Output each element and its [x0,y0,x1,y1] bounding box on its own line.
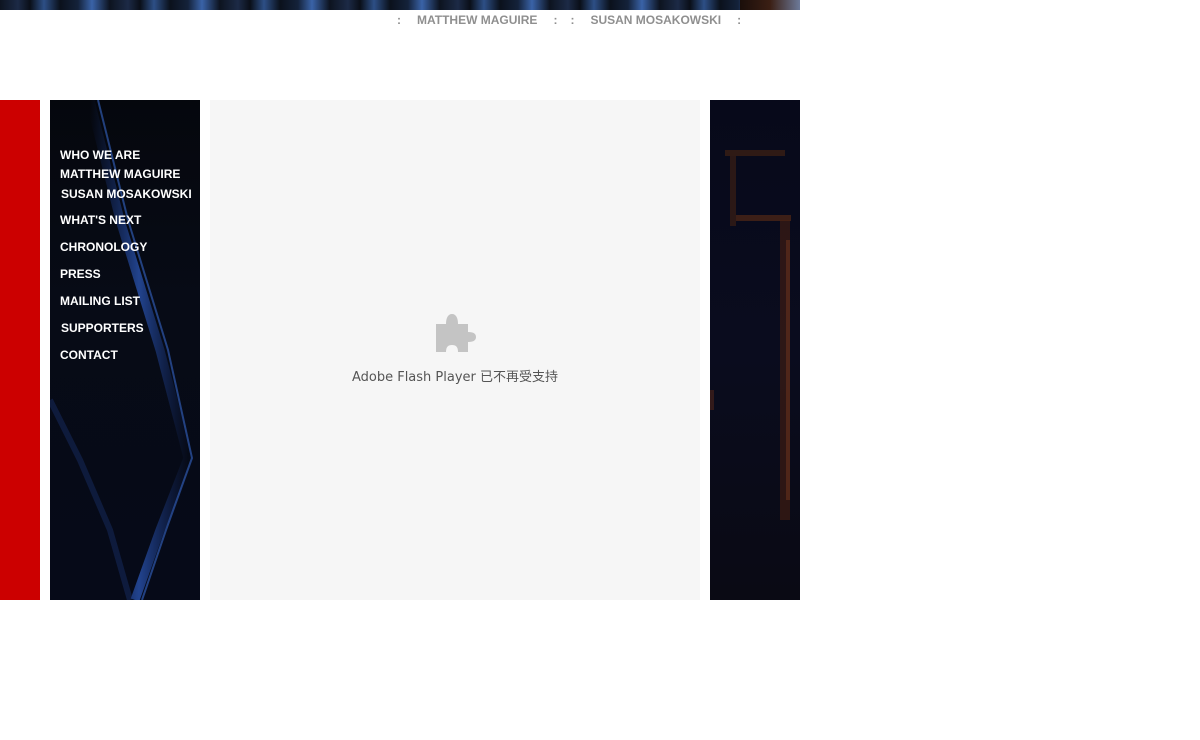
side-nav-supporters[interactable]: SUPPORTERS [61,321,200,335]
side-nav-who-we-are[interactable]: WHO WE ARE [60,148,200,162]
side-nav-matthew-maguire[interactable]: MATTHEW MAGUIRE [60,167,200,181]
side-nav-contact[interactable]: CONTACT [60,348,200,362]
side-nav-susan-mosakowski[interactable]: SUSAN MOSAKOWSKI [61,187,200,201]
right-image-panel [710,100,800,600]
top-link-susan-mosakowski[interactable]: SUSAN MOSAKOWSKI [590,13,721,27]
top-nav-separator: : [570,13,575,27]
top-nav-separator: : [553,13,558,27]
red-accent-bar [0,100,40,600]
top-nav-separator: : [737,13,742,27]
side-nav-press[interactable]: PRESS [60,267,200,281]
top-nav-separator: : [397,13,401,27]
side-nav: WHO WE ARE MATTHEW MAGUIRE SUSAN MOSAKOW… [60,147,200,362]
puzzle-piece-icon [436,314,476,352]
flash-plugin-area[interactable]: Adobe Flash Player 已不再受支持 [210,100,700,600]
top-link-matthew-maguire[interactable]: MATTHEW MAGUIRE [417,13,537,27]
side-nav-chronology[interactable]: CHRONOLOGY [60,240,200,254]
side-nav-whats-next[interactable]: WHAT'S NEXT [60,213,200,227]
right-panel-background [710,150,791,520]
top-nav: : MATTHEW MAGUIRE : : SUSAN MOSAKOWSKI : [390,13,748,27]
plugin-unsupported-notice: Adobe Flash Player 已不再受支持 [210,310,700,385]
plugin-message: Adobe Flash Player 已不再受支持 [351,370,559,385]
side-nav-mailing-list[interactable]: MAILING LIST [60,294,200,308]
header-image-strip [0,0,800,10]
page: : MATTHEW MAGUIRE : : SUSAN MOSAKOWSKI :… [0,0,1200,740]
side-nav-panel: WHO WE ARE MATTHEW MAGUIRE SUSAN MOSAKOW… [50,100,200,600]
